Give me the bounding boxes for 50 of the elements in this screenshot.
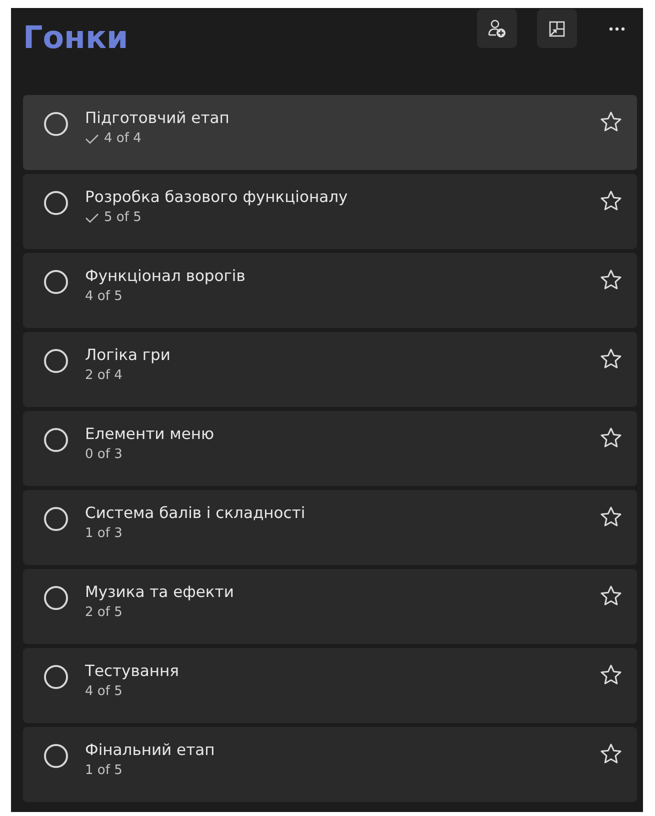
subtask-progress: 0 of 3 [85, 447, 122, 462]
complete-circle-icon[interactable] [43, 427, 69, 453]
complete-circle-icon[interactable] [43, 664, 69, 690]
subtask-progress: 1 of 3 [85, 526, 122, 541]
star-icon[interactable] [599, 505, 623, 529]
subtask-progress: 4 of 4 [104, 131, 142, 146]
task-card[interactable]: Фінальний етап 1 of 5 [23, 727, 637, 802]
task-card[interactable]: Елементи меню 0 of 3 [23, 411, 637, 486]
star-icon[interactable] [599, 426, 623, 450]
task-card[interactable]: Система балів і складності 1 of 3 [23, 490, 637, 565]
task-title: Підготовчий етап [85, 109, 230, 127]
star-icon[interactable] [599, 189, 623, 213]
complete-circle-icon[interactable] [43, 111, 69, 137]
complete-circle-icon[interactable] [43, 506, 69, 532]
task-title: Логіка гри [85, 346, 172, 364]
subtask-progress: 2 of 4 [85, 368, 122, 383]
star-icon[interactable] [599, 110, 623, 134]
task-title: Система балів і складності [85, 504, 306, 522]
star-icon[interactable] [599, 347, 623, 371]
layout-button[interactable] [537, 9, 577, 48]
list-title: Гонки [23, 20, 128, 56]
star-icon[interactable] [599, 584, 623, 608]
more-icon [608, 26, 626, 32]
star-icon[interactable] [599, 663, 623, 687]
complete-circle-icon[interactable] [43, 269, 69, 295]
star-icon[interactable] [599, 268, 623, 292]
star-icon[interactable] [599, 742, 623, 766]
task-title: Фінальний етап [85, 741, 216, 759]
task-title: Тестування [85, 662, 180, 680]
person-add-icon [487, 18, 507, 38]
task-title: Розробка базового функціоналу [85, 188, 349, 206]
complete-circle-icon[interactable] [43, 348, 69, 374]
task-card[interactable]: Тестування 4 of 5 [23, 648, 637, 723]
task-card[interactable]: Логіка гри 2 of 4 [23, 332, 637, 407]
subtask-progress: 1 of 5 [85, 763, 122, 778]
task-card[interactable]: Підготовчий етап 4 of 4 [23, 95, 637, 170]
subtask-progress: 4 of 5 [85, 289, 122, 304]
complete-circle-icon[interactable] [43, 190, 69, 216]
task-card[interactable]: Музика та ефекти 2 of 5 [23, 569, 637, 644]
complete-circle-icon[interactable] [43, 743, 69, 769]
complete-circle-icon[interactable] [43, 585, 69, 611]
task-card[interactable]: Функціонал ворогів 4 of 5 [23, 253, 637, 328]
share-button[interactable] [477, 9, 517, 48]
subtask-progress: 5 of 5 [104, 210, 142, 225]
task-title: Музика та ефекти [85, 583, 235, 601]
task-card[interactable]: Розробка базового функціоналу 5 of 5 [23, 174, 637, 249]
task-title: Функціонал ворогів [85, 267, 246, 285]
subtask-progress: 2 of 5 [85, 605, 122, 620]
task-title: Елементи меню [85, 425, 216, 443]
subtask-progress: 4 of 5 [85, 684, 122, 699]
